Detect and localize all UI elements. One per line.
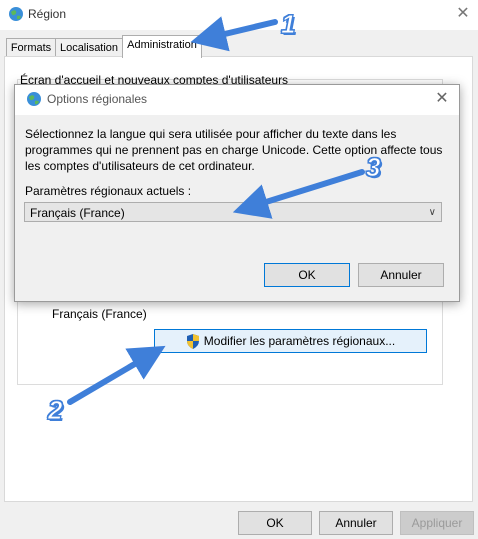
annotation-badge-2: 2 [47, 395, 63, 426]
annotation-badge-1: 1 [280, 9, 296, 40]
annotation-badge-3: 3 [365, 152, 381, 183]
annotation-arrows [67, 16, 365, 405]
arrow-3 [232, 169, 365, 219]
arrow-1 [190, 16, 278, 52]
arrow-2 [67, 345, 166, 405]
